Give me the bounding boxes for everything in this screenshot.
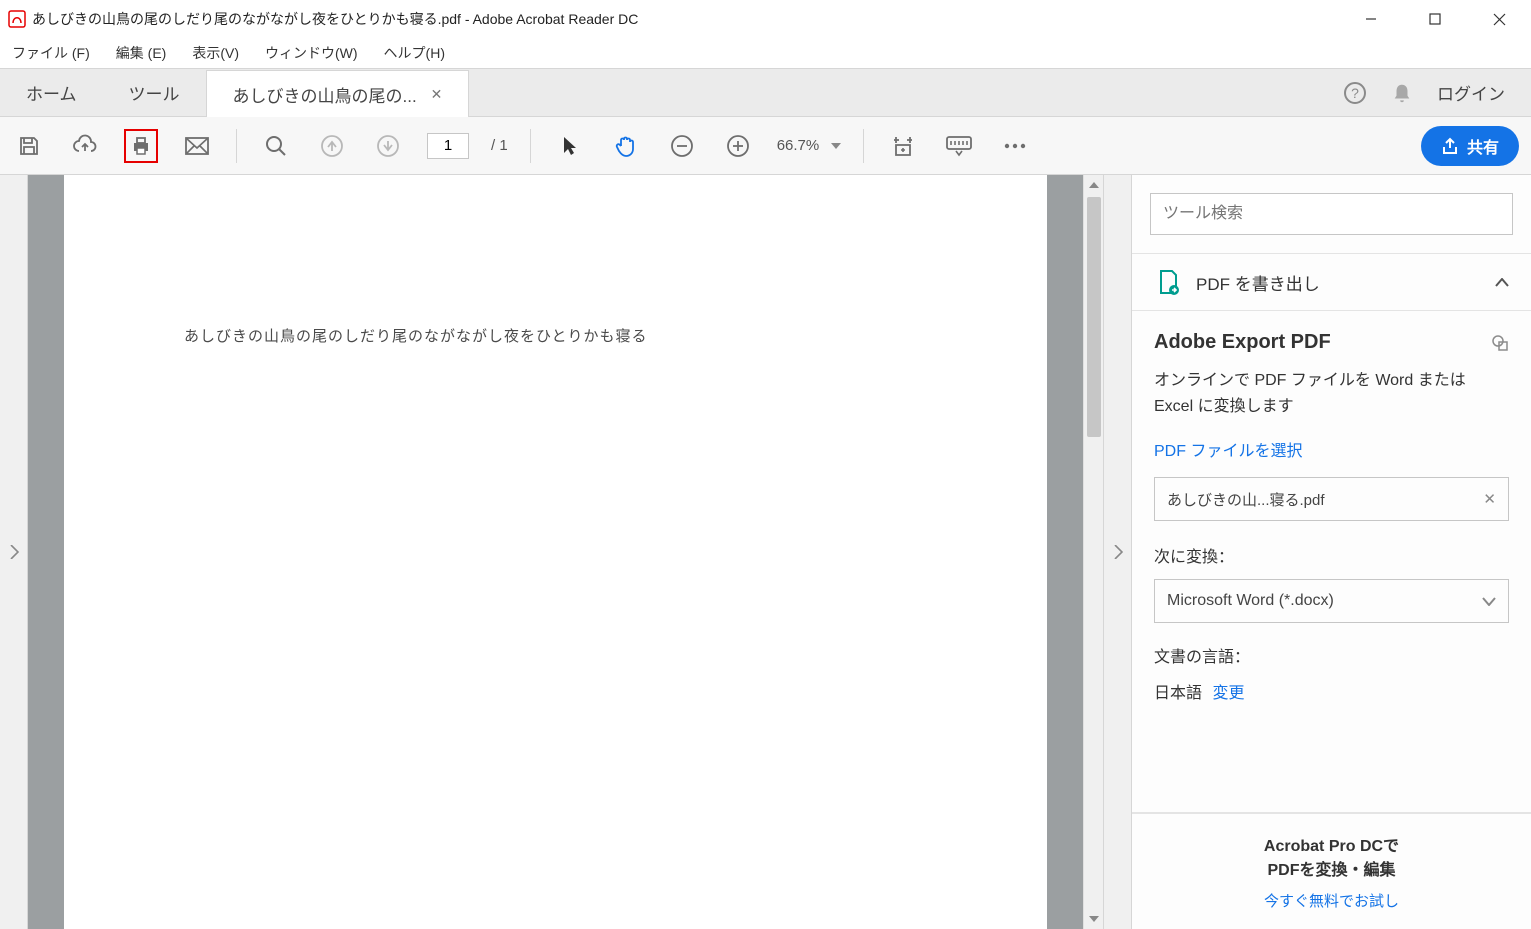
selected-file-name: あしびきの山...寝る.pdf: [1167, 489, 1325, 510]
chevron-up-icon: [1495, 278, 1509, 287]
select-file-link[interactable]: PDF ファイルを選択: [1154, 437, 1509, 461]
print-icon[interactable]: [124, 129, 158, 163]
promo-line1: Acrobat Pro DCで: [1150, 832, 1513, 856]
menu-window[interactable]: ウィンドウ(W): [261, 40, 362, 66]
chevron-down-icon: [1482, 597, 1496, 606]
login-button[interactable]: ログイン: [1437, 80, 1505, 105]
export-pdf-label: PDF を書き出し: [1196, 270, 1320, 295]
tab-document[interactable]: あしびきの山鳥の尾の... ✕: [206, 70, 470, 117]
tab-document-label: あしびきの山鳥の尾の...: [233, 82, 417, 107]
new-window-icon[interactable]: [1491, 334, 1509, 352]
close-button[interactable]: [1467, 0, 1531, 38]
svg-text:?: ?: [1351, 85, 1359, 101]
document-area: あしびきの山鳥の尾のしだり尾のながながし夜をひとりかも寝る: [0, 175, 1131, 929]
zoom-level[interactable]: 66.7%: [777, 137, 842, 154]
keyboard-icon[interactable]: [942, 129, 976, 163]
page-viewport[interactable]: あしびきの山鳥の尾のしだり尾のながながし夜をひとりかも寝る: [64, 175, 1047, 929]
tools-search-wrap: [1150, 193, 1513, 235]
menu-help[interactable]: ヘルプ(H): [380, 40, 449, 66]
email-icon[interactable]: [180, 129, 214, 163]
selection-tool-icon[interactable]: [553, 129, 587, 163]
fit-width-icon[interactable]: [886, 129, 920, 163]
scroll-up-icon[interactable]: [1084, 175, 1103, 195]
doc-language-label: 文書の言語：: [1154, 643, 1509, 667]
tab-tools[interactable]: ツール: [103, 69, 206, 116]
window-title: あしびきの山鳥の尾のしだり尾のながながし夜をひとりかも寝る.pdf - Adob…: [32, 9, 638, 29]
bell-icon[interactable]: [1391, 82, 1413, 104]
share-icon: [1441, 137, 1459, 155]
change-language-link[interactable]: 変更: [1212, 685, 1244, 702]
page-total-label: / 1: [491, 137, 508, 154]
more-icon[interactable]: [998, 129, 1032, 163]
export-title: Adobe Export PDF: [1154, 331, 1509, 354]
remove-file-icon[interactable]: ✕: [1483, 490, 1496, 508]
hand-tool-icon[interactable]: [609, 129, 643, 163]
selected-file-row: あしびきの山...寝る.pdf ✕: [1154, 477, 1509, 521]
tools-panel: PDF を書き出し Adobe Export PDF オンラインで PDF ファ…: [1131, 175, 1531, 929]
zoom-out-icon[interactable]: [665, 129, 699, 163]
page-up-icon[interactable]: [315, 129, 349, 163]
vertical-scrollbar[interactable]: [1083, 175, 1103, 929]
left-panel-toggle[interactable]: [0, 175, 28, 929]
scroll-down-icon[interactable]: [1084, 909, 1103, 929]
page-down-icon[interactable]: [371, 129, 405, 163]
scrollbar-thumb[interactable]: [1087, 197, 1101, 437]
search-icon[interactable]: [259, 129, 293, 163]
page-number-input[interactable]: [427, 133, 469, 159]
tab-close-icon[interactable]: ✕: [431, 86, 443, 103]
save-icon[interactable]: [12, 129, 46, 163]
maximize-button[interactable]: [1403, 0, 1467, 38]
cloud-upload-icon[interactable]: [68, 129, 102, 163]
page-background-left: [28, 175, 64, 929]
promo-section: Acrobat Pro DCで PDFを変換・編集 今すぐ無料でお試し: [1132, 813, 1531, 929]
export-pdf-body: Adobe Export PDF オンラインで PDF ファイルを Word ま…: [1132, 311, 1531, 813]
chevron-down-icon: [831, 143, 841, 149]
document-text: あしびきの山鳥の尾のしだり尾のながながし夜をひとりかも寝る: [184, 329, 648, 345]
workspace: あしびきの山鳥の尾のしだり尾のながながし夜をひとりかも寝る PDF を書き出し …: [0, 175, 1531, 929]
menu-file[interactable]: ファイル (F): [8, 40, 94, 66]
minimize-button[interactable]: [1339, 0, 1403, 38]
menu-edit[interactable]: 編集 (E): [112, 40, 171, 66]
doc-language-value: 日本語: [1154, 685, 1202, 702]
export-pdf-header[interactable]: PDF を書き出し: [1132, 253, 1531, 311]
share-button[interactable]: 共有: [1421, 126, 1519, 166]
convert-to-label: 次に変換：: [1154, 543, 1509, 567]
export-description: オンラインで PDF ファイルを Word または Excel に変換します: [1154, 368, 1509, 419]
pdf-page: あしびきの山鳥の尾のしだり尾のながながし夜をひとりかも寝る: [64, 175, 1047, 929]
tab-bar: ホーム ツール あしびきの山鳥の尾の... ✕ ? ログイン: [0, 68, 1531, 117]
tab-home[interactable]: ホーム: [0, 69, 103, 116]
menu-view[interactable]: 表示(V): [188, 40, 243, 66]
acrobat-icon: [8, 10, 26, 28]
right-panel-toggle[interactable]: [1103, 175, 1131, 929]
zoom-in-icon[interactable]: [721, 129, 755, 163]
menu-bar: ファイル (F) 編集 (E) 表示(V) ウィンドウ(W) ヘルプ(H): [0, 38, 1531, 68]
help-icon[interactable]: ?: [1343, 81, 1367, 105]
window-titlebar: あしびきの山鳥の尾のしだり尾のながながし夜をひとりかも寝る.pdf - Adob…: [0, 0, 1531, 38]
page-background-right: [1047, 175, 1083, 929]
toolbar: / 1 66.7% 共有: [0, 117, 1531, 175]
doc-language-row: 日本語 変更: [1154, 679, 1509, 703]
export-pdf-icon: [1154, 268, 1182, 296]
tools-search-input[interactable]: [1150, 193, 1513, 235]
promo-line2: PDFを変換・編集: [1150, 856, 1513, 880]
convert-target-select[interactable]: Microsoft Word (*.docx): [1154, 579, 1509, 623]
promo-trial-link[interactable]: 今すぐ無料でお試し: [1150, 890, 1513, 911]
